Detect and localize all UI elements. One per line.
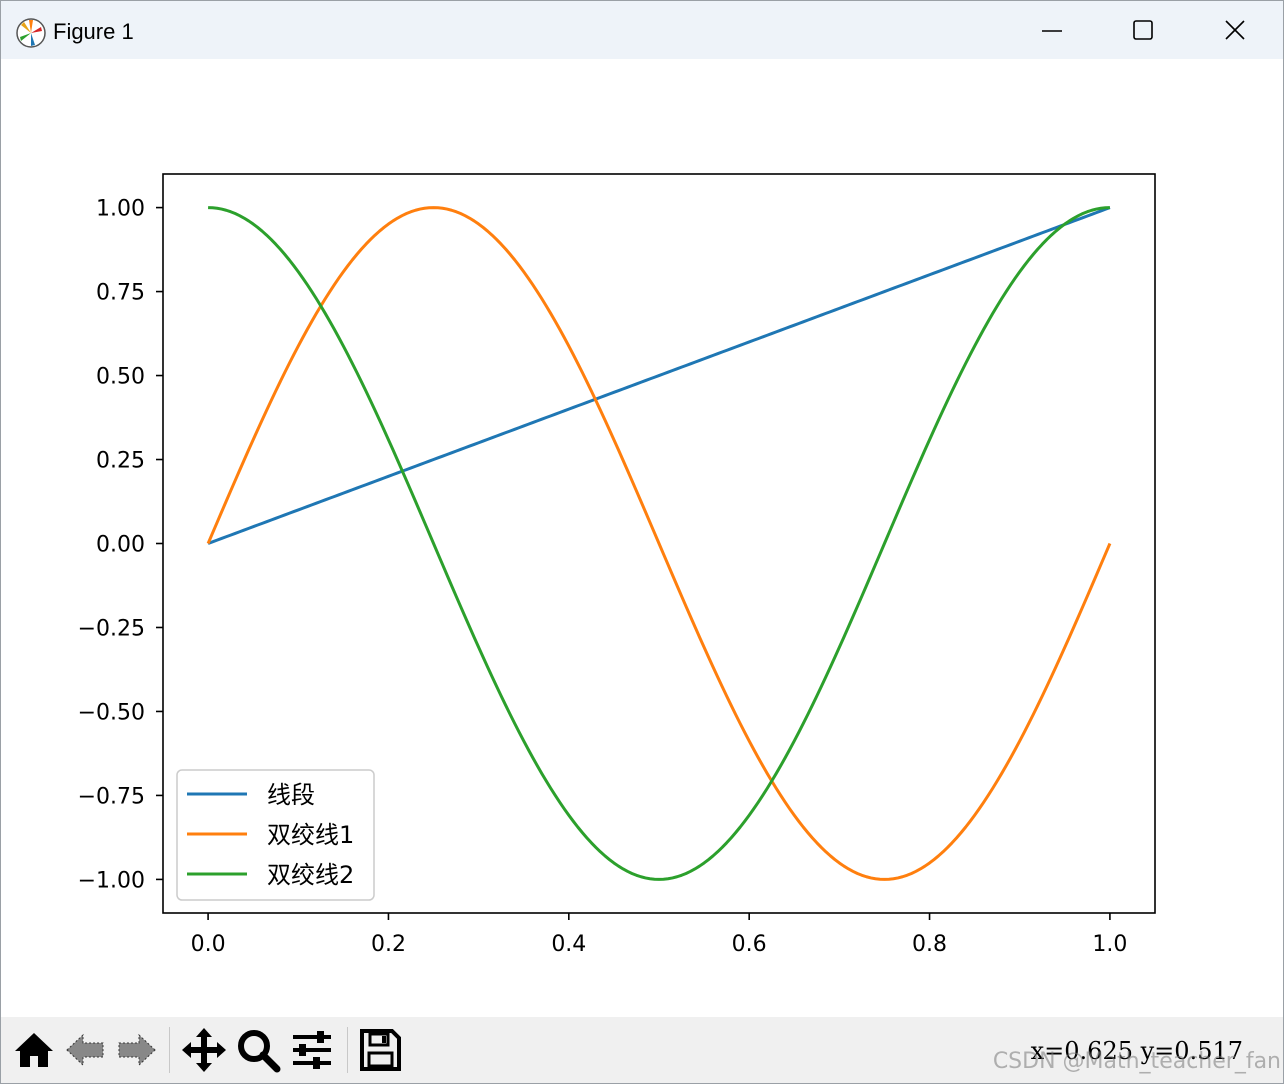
matplotlib-icon bbox=[16, 18, 46, 48]
legend-label-1: 线段 bbox=[267, 781, 315, 809]
minimize-button[interactable] bbox=[1005, 1, 1097, 59]
y-tick-label: 0.00 bbox=[96, 533, 145, 558]
home-button[interactable] bbox=[9, 1025, 59, 1075]
x-tick-label: 0.6 bbox=[732, 932, 767, 957]
zoom-button[interactable] bbox=[233, 1025, 283, 1075]
watermark: CSDN @Math_teacher_fan bbox=[992, 1049, 1281, 1074]
forward-icon bbox=[118, 1033, 156, 1067]
x-tick-label: 0.4 bbox=[551, 932, 586, 957]
back-button[interactable] bbox=[61, 1025, 111, 1075]
configure-subplots-button[interactable] bbox=[287, 1025, 337, 1075]
home-icon bbox=[15, 1033, 53, 1067]
x-tick-label: 0.8 bbox=[912, 932, 947, 957]
close-icon bbox=[1225, 20, 1245, 40]
legend-label-3: 双绞线2 bbox=[267, 861, 354, 889]
save-icon bbox=[360, 1029, 401, 1071]
x-tick-label: 1.0 bbox=[1092, 932, 1127, 957]
zoom-icon bbox=[238, 1030, 281, 1073]
x-tick-label: 0.0 bbox=[191, 932, 226, 957]
close-button[interactable] bbox=[1189, 1, 1281, 59]
navigation-toolbar: x=0.625 y=0.517 CSDN @Math_teacher_fan bbox=[1, 1017, 1283, 1083]
forward-button[interactable] bbox=[111, 1025, 161, 1075]
configure-subplots-icon bbox=[293, 1031, 331, 1069]
back-icon bbox=[66, 1033, 104, 1067]
title-bar[interactable]: Figure 1 bbox=[1, 1, 1283, 59]
x-tick-label: 0.2 bbox=[371, 932, 406, 957]
maximize-icon bbox=[1133, 20, 1153, 40]
y-tick-label: −0.25 bbox=[78, 616, 145, 641]
legend-label-2: 双绞线1 bbox=[267, 821, 354, 849]
minimize-icon bbox=[1042, 30, 1062, 32]
y-tick-label: 0.25 bbox=[96, 449, 145, 474]
toolbar-separator bbox=[347, 1027, 348, 1073]
maximize-button[interactable] bbox=[1097, 1, 1189, 59]
y-tick-label: 0.75 bbox=[96, 281, 145, 306]
figure-window: Figure 1 0.0 0.2 0.4 0.6 0.8 1.0 1.00 0.75 0.50 0… bbox=[0, 0, 1284, 1084]
pan-icon bbox=[182, 1028, 226, 1072]
y-tick-label: −0.75 bbox=[78, 784, 145, 809]
pan-button[interactable] bbox=[179, 1025, 229, 1075]
series-line-1 bbox=[207, 206, 1111, 545]
save-button[interactable] bbox=[355, 1025, 405, 1075]
toolbar-separator bbox=[169, 1027, 170, 1073]
y-tick-label: −1.00 bbox=[78, 868, 145, 893]
figure-canvas[interactable]: 0.0 0.2 0.4 0.6 0.8 1.0 1.00 0.75 0.50 0.25 0.00 −0… bbox=[1, 59, 1283, 1017]
y-tick-label: 0.50 bbox=[96, 365, 145, 390]
window-title: Figure 1 bbox=[53, 19, 134, 44]
y-tick-label: 1.00 bbox=[96, 197, 145, 222]
line-chart: 0.0 0.2 0.4 0.6 0.8 1.0 1.00 0.75 0.50 0.25 0.00 −0… bbox=[78, 173, 1156, 957]
y-tick-label: −0.50 bbox=[78, 700, 145, 725]
